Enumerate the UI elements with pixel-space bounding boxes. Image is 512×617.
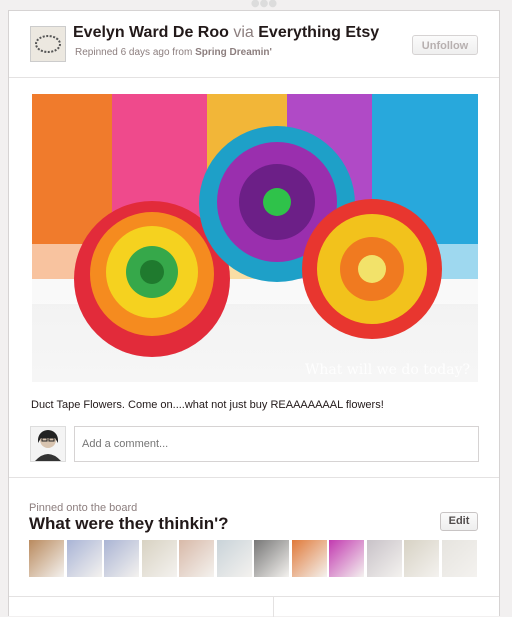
cake-thumb[interactable] [291, 540, 327, 577]
shoe-thumb[interactable] [66, 540, 102, 577]
section-divider [9, 477, 499, 478]
edit-button[interactable]: Edit [440, 512, 478, 531]
via-text: via [233, 24, 254, 41]
comment-input[interactable] [74, 426, 479, 462]
board-thumbnails [29, 540, 489, 577]
image-watermark: What will we do today? [305, 362, 470, 378]
unfollow-button[interactable]: Unfollow [412, 35, 478, 55]
yellow-flower [302, 199, 442, 339]
board-title[interactable]: What were they thinkin'? [29, 514, 229, 534]
pin-header: Evelyn Ward De Roo via Everything Etsy R… [9, 11, 499, 78]
pin-image[interactable]: What will we do today? [32, 94, 478, 382]
via-user[interactable]: Everything Etsy [258, 24, 379, 41]
hanger-thumb[interactable] [441, 540, 477, 577]
bottom-divider [9, 596, 499, 597]
lamp-thumb[interactable] [404, 540, 439, 577]
baby-thumb[interactable] [366, 540, 402, 577]
pinner-line: Evelyn Ward De Roo via Everything Etsy [73, 24, 379, 42]
pinner-avatar[interactable] [30, 26, 66, 62]
necklace-icon [35, 35, 61, 53]
background-logo: ●●● [250, 0, 278, 8]
heels-thumb[interactable] [216, 540, 252, 577]
shoes-thumb[interactable] [254, 540, 289, 577]
user-portrait-icon [35, 430, 61, 461]
pinner-name[interactable]: Evelyn Ward De Roo [73, 24, 229, 41]
source-board-link[interactable]: Spring Dreamin' [195, 47, 272, 58]
pin-description: Duct Tape Flowers. Come on....what not j… [31, 399, 384, 411]
feet-thumb[interactable] [179, 540, 214, 577]
flower-thumb[interactable] [329, 540, 364, 577]
repin-info: Repinned 6 days ago from Spring Dreamin' [75, 47, 272, 58]
pinned-onto-label: Pinned onto the board [29, 502, 138, 514]
sandal-thumb[interactable] [141, 540, 177, 577]
repinned-text: Repinned 6 days ago from [75, 47, 193, 58]
bottom-split [273, 597, 274, 617]
shoe-thumb[interactable] [104, 540, 139, 577]
commenter-avatar [30, 426, 66, 462]
boots-thumb[interactable] [29, 540, 64, 577]
duct-tape-flowers-image: What will we do today? [32, 94, 478, 382]
pin-card: Evelyn Ward De Roo via Everything Etsy R… [8, 10, 500, 617]
